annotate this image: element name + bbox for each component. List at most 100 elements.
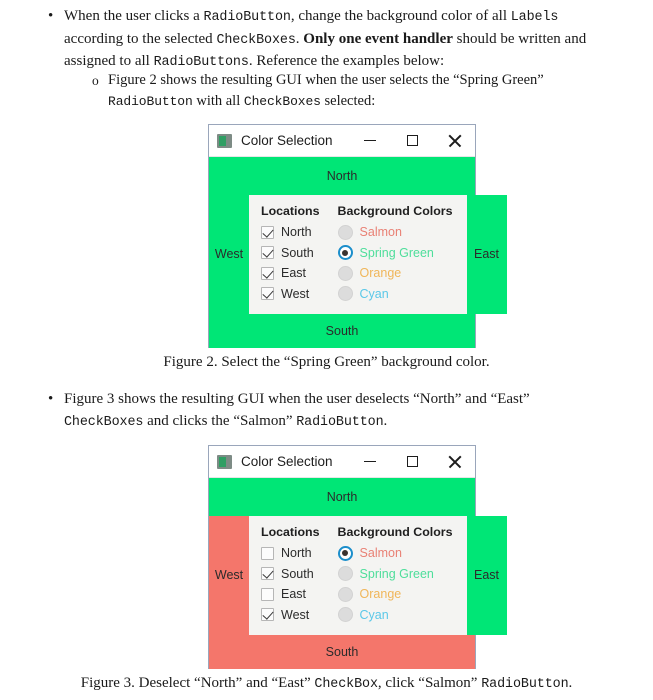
- figure3-radio-cyan[interactable]: Cyan: [337, 604, 453, 625]
- figure2-checkbox-west[interactable]: West: [261, 283, 320, 304]
- figure2-label-north-text: North: [326, 168, 358, 183]
- figure2-label-south-text: South: [325, 323, 359, 338]
- sub-bullet-paragraph-1: o Figure 2 shows the resulting GUI when …: [92, 70, 637, 112]
- figure2-color-selection-window[interactable]: Color Selection North West Locations Nor…: [208, 124, 507, 348]
- figure3-radio-salmon[interactable]: Salmon: [337, 543, 453, 564]
- minimize-button[interactable]: [349, 446, 391, 478]
- figure2-locations-column: Locations North South East West: [261, 204, 320, 304]
- figure3-checkbox-north[interactable]: North: [261, 543, 320, 564]
- radio-icon[interactable]: [337, 566, 353, 582]
- figure2-label-east-text: East: [474, 247, 500, 262]
- checkbox-icon[interactable]: [261, 225, 274, 239]
- maximize-button[interactable]: [391, 446, 433, 478]
- figure3-checkbox-east[interactable]: East: [261, 584, 320, 605]
- figure2-label-west: West: [209, 194, 249, 314]
- figure2-radio-salmon[interactable]: Salmon: [337, 222, 453, 243]
- figure3-center-cell: Locations North South East West Backgrou…: [249, 515, 467, 635]
- figure2-radio-salmon-label: Salmon: [359, 225, 402, 240]
- figure2-radio-spring-green[interactable]: Spring Green: [337, 242, 453, 263]
- radio-icon[interactable]: [337, 586, 353, 602]
- figure2-checkbox-east[interactable]: East: [261, 263, 320, 284]
- checkbox-icon[interactable]: [261, 546, 274, 560]
- figure3-checkbox-east-label: East: [281, 587, 307, 602]
- figure3-middle-row: West Locations North South East West Bac…: [209, 515, 507, 635]
- figure3-checkbox-west[interactable]: West: [261, 604, 320, 625]
- b2-code-checkboxes: CheckBoxes: [64, 414, 144, 430]
- figure2-checkbox-west-label: West: [281, 286, 310, 301]
- figure3-locations-header: Locations: [261, 524, 320, 539]
- figure2-title-bar[interactable]: Color Selection: [209, 125, 475, 157]
- figure3-color-selection-window[interactable]: Color Selection North West Locations Nor…: [208, 445, 507, 669]
- radio-icon[interactable]: [337, 607, 353, 623]
- figure2-radio-orange[interactable]: Orange: [337, 263, 453, 284]
- sb1-line-b-mid: with all: [192, 93, 244, 109]
- checkbox-icon[interactable]: [261, 587, 274, 601]
- figure3-caption-post: .: [568, 675, 573, 691]
- close-button[interactable]: [433, 446, 475, 478]
- figure3-label-south: South: [209, 634, 475, 669]
- b1-line-c-pre: assigned to all: [64, 53, 154, 69]
- radio-icon[interactable]: [337, 245, 353, 261]
- b2-line-b-mid: and clicks the “Salmon”: [143, 412, 297, 429]
- checkbox-icon[interactable]: [261, 266, 274, 280]
- maximize-button[interactable]: [391, 125, 433, 157]
- figure3-window-title: Color Selection: [241, 454, 333, 469]
- minimize-icon: [364, 460, 376, 463]
- figure3-radio-spring-green[interactable]: Spring Green: [337, 563, 453, 584]
- figure2-center-cell: Locations North South East West Backgrou…: [249, 194, 467, 314]
- figure2-checkbox-south[interactable]: South: [261, 242, 320, 263]
- figure2-checkbox-east-label: East: [281, 266, 307, 281]
- figure2-locations-header: Locations: [261, 203, 320, 218]
- b2-line-a: Figure 3 shows the resulting GUI when th…: [64, 391, 530, 407]
- bullet-paragraph-1: • When the user clicks a RadioButton, ch…: [48, 6, 633, 74]
- sb1-code-checkboxes: CheckBoxes: [243, 94, 321, 109]
- minimize-icon: [364, 139, 376, 142]
- figure2-label-east: East: [466, 194, 507, 314]
- figure2-checkbox-north[interactable]: North: [261, 222, 320, 243]
- figure2-options-panel: Locations North South East West Backgrou…: [249, 194, 467, 314]
- close-button[interactable]: [433, 125, 475, 157]
- checkbox-icon[interactable]: [261, 567, 274, 581]
- bullet-marker: •: [48, 8, 54, 24]
- figure2-window-controls: [349, 125, 475, 157]
- b1-line-a-post: , change the background color of all: [290, 8, 511, 24]
- figure2-window-title: Color Selection: [241, 133, 333, 148]
- figure3-radio-cyan-label: Cyan: [359, 607, 389, 622]
- figure2-label-north: North: [209, 157, 475, 195]
- figure2-checkbox-north-label: North: [281, 225, 312, 240]
- figure3-caption-pre: Figure 3. Deselect “North” and “East”: [80, 675, 315, 691]
- figure3-colors-header: Background Colors: [337, 524, 453, 539]
- figure3-checkbox-south[interactable]: South: [261, 563, 320, 584]
- figure3-label-east: East: [466, 515, 507, 635]
- figure2-colors-header: Background Colors: [337, 203, 453, 218]
- bullet-marker: •: [48, 391, 54, 407]
- b1-code-labels: Labels: [510, 10, 559, 25]
- radio-icon[interactable]: [337, 286, 353, 302]
- checkbox-icon[interactable]: [261, 608, 274, 622]
- figure3-window-controls: [349, 446, 475, 478]
- checkbox-icon[interactable]: [261, 246, 274, 260]
- figure2-radio-orange-label: Orange: [359, 266, 402, 281]
- radio-icon[interactable]: [337, 265, 353, 281]
- figure2-caption-text: Figure 2. Select the “Spring Green” back…: [163, 354, 490, 370]
- b1-line-b-pre: according to the selected: [64, 30, 217, 47]
- figure2-middle-row: West Locations North South East West Bac…: [209, 194, 507, 314]
- figure3-window-body: North West Locations North South East We…: [209, 478, 507, 669]
- radio-icon[interactable]: [337, 224, 353, 240]
- figure3-radio-orange[interactable]: Orange: [337, 584, 453, 605]
- checkbox-icon[interactable]: [261, 287, 274, 301]
- figure3-caption-mid: , click “Salmon”: [377, 675, 482, 691]
- close-icon: [448, 134, 461, 147]
- app-window-icon: [217, 133, 232, 148]
- b1-code-radiobuttons: RadioButtons: [153, 55, 249, 70]
- figure3-title-bar[interactable]: Color Selection: [209, 446, 475, 478]
- b1-line-b-post: should be written and: [452, 30, 587, 47]
- minimize-button[interactable]: [349, 125, 391, 157]
- figure3-caption: Figure 3. Deselect “North” and “East” Ch…: [0, 673, 653, 695]
- figure3-label-north: North: [209, 478, 475, 516]
- radio-icon[interactable]: [337, 545, 353, 561]
- figure2-checkbox-south-label: South: [281, 245, 314, 260]
- figure2-radio-cyan[interactable]: Cyan: [337, 283, 453, 304]
- figure3-label-west-text: West: [214, 568, 244, 583]
- maximize-icon: [406, 135, 418, 146]
